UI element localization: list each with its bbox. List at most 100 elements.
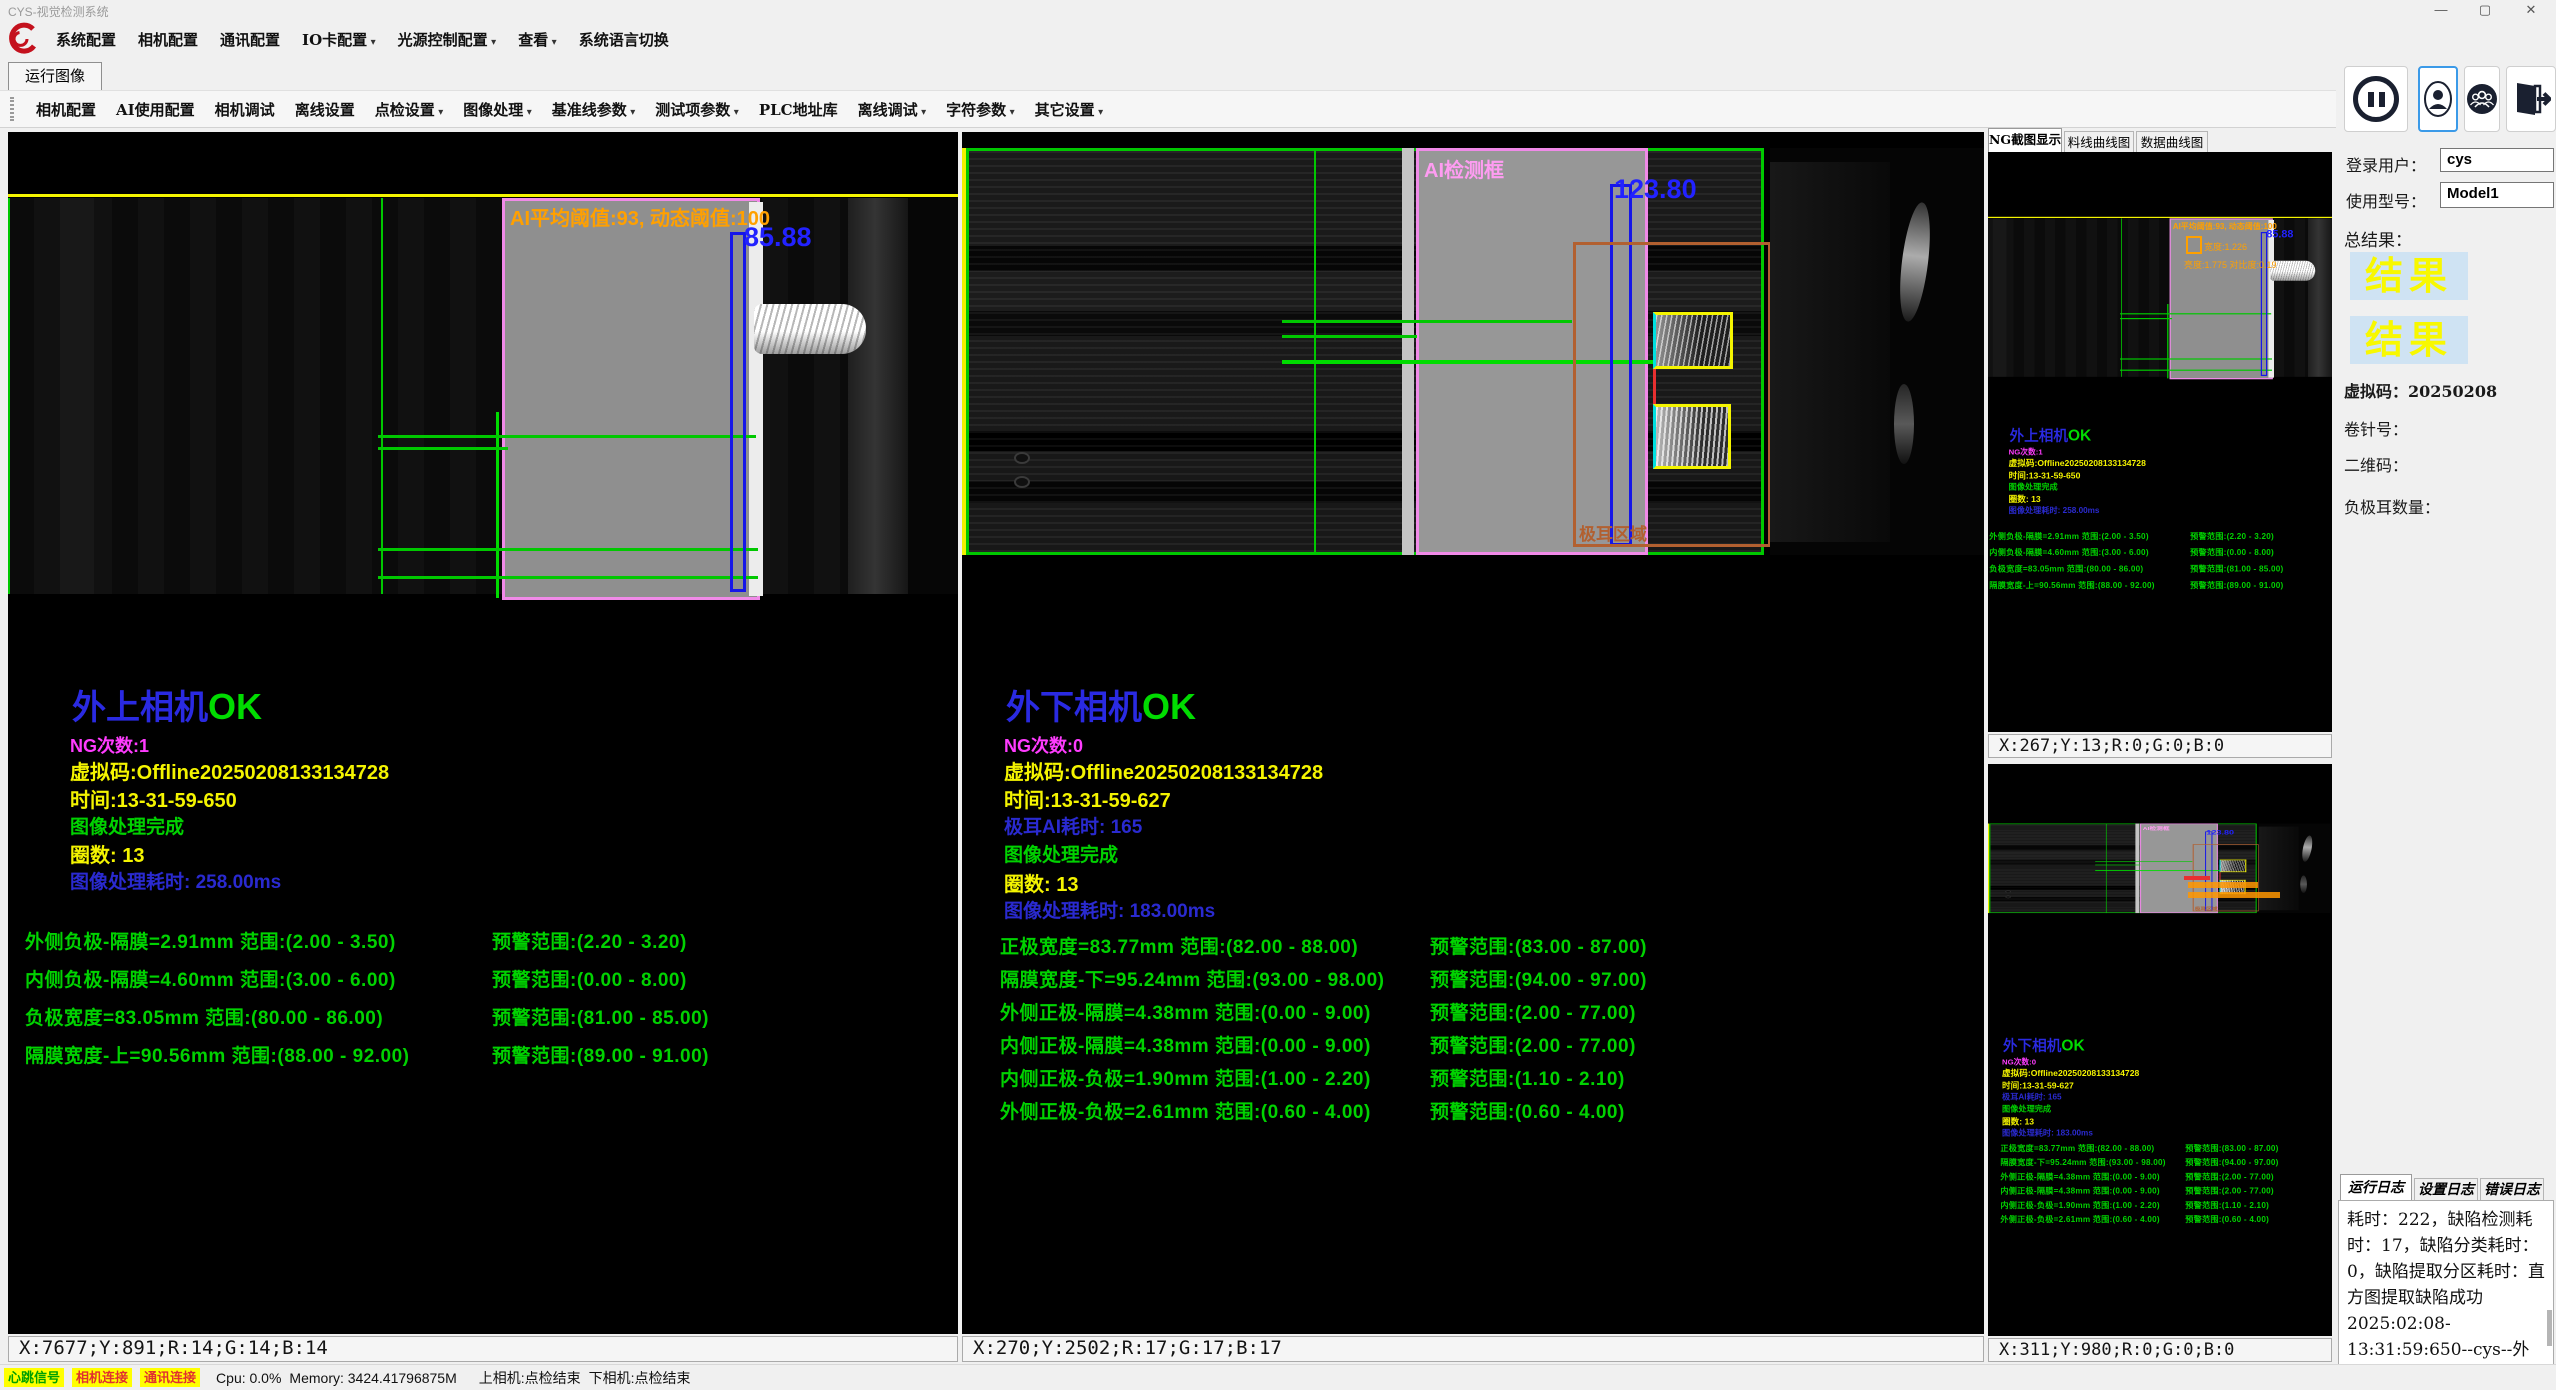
menu-item-5[interactable]: 查看 <box>508 25 567 54</box>
tab-material-curve[interactable]: 料线曲线图 <box>2064 131 2134 152</box>
measurement-value: 正极宽度=83.77mm 范围:(82.00 - 88.00) <box>1000 932 1358 959</box>
measurement-value: 外侧正极-负极=2.61mm 范围:(0.60 - 4.00) <box>2000 1213 2159 1225</box>
process-time: 图像处理耗时: 183.00ms <box>2002 1127 2093 1139</box>
camera2-thumbnail: AI检测框 123.80 极耳区域 外下相机OK NG次数:0 虚拟码:Offl… <box>1988 764 2332 1336</box>
user-button[interactable] <box>2418 66 2458 132</box>
toolbar-item-10[interactable]: 字符参数 <box>936 95 1025 124</box>
ng-count: NG次数:0 <box>1004 732 1083 758</box>
users-icon <box>2466 83 2498 115</box>
menu-item-4[interactable]: 光源控制配置 <box>388 25 507 54</box>
toolbar-item-11[interactable]: 其它设置 <box>1025 95 1114 124</box>
titlebar: CYS-视觉检测系统 <box>0 0 2556 20</box>
menubar: 系统配置相机配置通讯配置IO卡配置光源控制配置查看系统语言切换 <box>0 20 2556 58</box>
login-user-label: 登录用户： <box>2346 152 2426 176</box>
menu-item-6[interactable]: 系统语言切换 <box>569 25 679 54</box>
measurement-value: 隔膜宽度-上=90.56mm 范围:(88.00 - 92.00) <box>25 1041 410 1068</box>
process-done: 图像处理完成 <box>70 812 184 839</box>
menu-item-1[interactable]: 相机配置 <box>128 25 208 54</box>
measurement-value: 内侧正极-隔膜=4.38mm 范围:(0.00 - 9.00) <box>2000 1185 2159 1197</box>
pause-button[interactable] <box>2344 66 2408 132</box>
process-time: 图像处理耗时: 183.00ms <box>1004 896 1215 923</box>
tab-setting-log[interactable]: 设置日志 <box>2414 1178 2478 1200</box>
tab-ng-capture[interactable]: NG截图显示 <box>1988 128 2062 152</box>
toolbar-item-5[interactable]: 图像处理 <box>453 95 542 124</box>
toolbar-item-4[interactable]: 点检设置 <box>365 95 454 124</box>
measurement-value: 外侧负极-隔膜=2.91mm 范围:(2.00 - 3.50) <box>1989 530 2148 542</box>
defect-box-orange <box>2186 236 2202 254</box>
process-done: 图像处理完成 <box>1004 840 1118 867</box>
toolbar-item-6[interactable]: 基准线参数 <box>542 95 646 124</box>
minimize-button[interactable]: — <box>2420 0 2462 20</box>
result-badge-1: 结果 <box>2350 252 2468 300</box>
warning-range-value: 预警范围:(2.00 - 77.00) <box>2185 1185 2274 1197</box>
warning-range-value: 预警范围:(83.00 - 87.00) <box>1430 932 1647 959</box>
measurement-value: 外侧正极-隔膜=4.38mm 范围:(0.00 - 9.00) <box>2000 1170 2159 1182</box>
tab-data-curve[interactable]: 数据曲线图 <box>2136 131 2208 152</box>
toolbar-item-3[interactable]: 离线设置 <box>285 95 365 124</box>
virtual-code: 虚拟码:Offline20250208133134728 <box>2002 1066 2139 1078</box>
toolbar-grip[interactable] <box>10 97 14 121</box>
warning-range-value: 预警范围:(89.00 - 91.00) <box>2190 579 2283 591</box>
tab-run-log[interactable]: 运行日志 <box>2340 1174 2412 1200</box>
warning-range-value: 预警范围:(1.10 - 2.10) <box>2185 1199 2269 1211</box>
warning-range-value: 预警范围:(94.00 - 97.00) <box>1430 965 1647 992</box>
toolbar-item-7[interactable]: 测试项参数 <box>645 95 749 124</box>
defect-width-label: 宽度:1.226 <box>2204 240 2247 253</box>
measurement-value: 隔膜宽度-下=95.24mm 范围:(93.00 - 98.00) <box>1000 965 1385 992</box>
roll-pin-label: 卷针号： <box>2344 416 2408 440</box>
exit-button[interactable] <box>2506 66 2556 132</box>
menu-item-2[interactable]: 通讯配置 <box>210 25 290 54</box>
tab-run-image[interactable]: 运行图像 <box>8 62 102 90</box>
tab-error-log[interactable]: 错误日志 <box>2480 1178 2544 1200</box>
loop-count: 圈数: 13 <box>2009 492 2041 504</box>
process-done: 图像处理完成 <box>2002 1102 2051 1114</box>
ng-thumbnail-statusbar: X:267;Y:13;R:0;G:0;B:0 <box>1988 734 2332 758</box>
menu-item-3[interactable]: IO卡配置 <box>292 25 386 54</box>
toolbar-item-2[interactable]: 相机调试 <box>205 95 285 124</box>
total-result-label: 总结果： <box>2344 226 2412 251</box>
upper-camera-status: 上相机:点检结束 <box>479 1368 581 1388</box>
camera2-result-text: 外下相机OK NG次数:0 虚拟码:Offline202502081331347… <box>1988 798 2332 1315</box>
camera1-view: 85.88 AI平均阈值:93, 动态阈值:100 外上相机OK NG次数:1 … <box>8 132 958 1334</box>
warning-range-value: 预警范围:(2.00 - 77.00) <box>2185 1170 2274 1182</box>
maximize-button[interactable]: ▢ <box>2464 0 2506 20</box>
virtual-code-value: 20250208 <box>2408 382 2497 401</box>
close-icon: ✕ <box>2526 2 2537 17</box>
model-input[interactable]: Model1 <box>2440 182 2554 208</box>
measurement-value: 内侧负极-隔膜=4.60mm 范围:(3.00 - 6.00) <box>1989 546 2148 558</box>
measurement-value: 内侧正极-负极=1.90mm 范围:(1.00 - 2.20) <box>2000 1199 2159 1211</box>
result-badge-2: 结果 <box>2350 316 2468 364</box>
loop-count: 圈数: 13 <box>70 839 144 868</box>
warning-range-value: 预警范围:(81.00 - 85.00) <box>492 1003 709 1030</box>
camera2-view: AI检测框 123.80 极耳区域 外下相机OK NG次数:0 虚拟码:Offl… <box>962 132 1984 1334</box>
time-label: 时间:13-31-59-650 <box>70 784 237 813</box>
toolbar-item-0[interactable]: 相机配置 <box>26 95 106 124</box>
warning-range-value: 预警范围:(0.60 - 4.00) <box>1430 1097 1625 1124</box>
camera2-title: 外下相机OK <box>1006 680 1196 729</box>
measurement-value: 外侧正极-负极=2.61mm 范围:(0.60 - 4.00) <box>1000 1097 1371 1124</box>
measurement-value: 外侧负极-隔膜=2.91mm 范围:(2.00 - 3.50) <box>25 927 396 954</box>
log-scrollbar-thumb[interactable] <box>2547 1310 2552 1346</box>
ai-time: 极耳AI耗时: 165 <box>2002 1090 2061 1102</box>
close-button[interactable]: ✕ <box>2510 0 2552 20</box>
login-user-input[interactable]: cys <box>2440 148 2554 172</box>
ai-time: 极耳AI耗时: 165 <box>1004 812 1142 839</box>
menu-item-0[interactable]: 系统配置 <box>46 25 126 54</box>
memory-status: Memory: 3424.41796875M <box>289 1370 456 1386</box>
warning-range-value: 预警范围:(83.00 - 87.00) <box>2185 1142 2278 1154</box>
virtual-code-label: 虚拟码：20250208 <box>2344 378 2497 402</box>
minimize-icon: — <box>2435 2 2448 17</box>
loop-count: 圈数: 13 <box>1004 868 1078 897</box>
measurement-value: 内侧正极-隔膜=4.38mm 范围:(0.00 - 9.00) <box>1000 1031 1371 1058</box>
camera-link-status-badge: 相机连接 <box>72 1368 132 1387</box>
users-button[interactable] <box>2464 66 2500 132</box>
user-icon <box>2423 79 2453 119</box>
camera1-title: 外上相机OK <box>72 680 262 729</box>
defect-marker-red <box>2184 876 2210 880</box>
measurement-value: 负极宽度=83.05mm 范围:(80.00 - 86.00) <box>1989 563 2143 575</box>
toolbar-item-8[interactable]: PLC地址库 <box>749 95 848 124</box>
measurement-value: 隔膜宽度-下=95.24mm 范围:(93.00 - 98.00) <box>2000 1156 2165 1168</box>
toolbar-item-9[interactable]: 离线调试 <box>848 95 937 124</box>
measurement-value: 外侧正极-隔膜=4.38mm 范围:(0.00 - 9.00) <box>1000 998 1371 1025</box>
toolbar-item-1[interactable]: AI使用配置 <box>106 95 205 124</box>
